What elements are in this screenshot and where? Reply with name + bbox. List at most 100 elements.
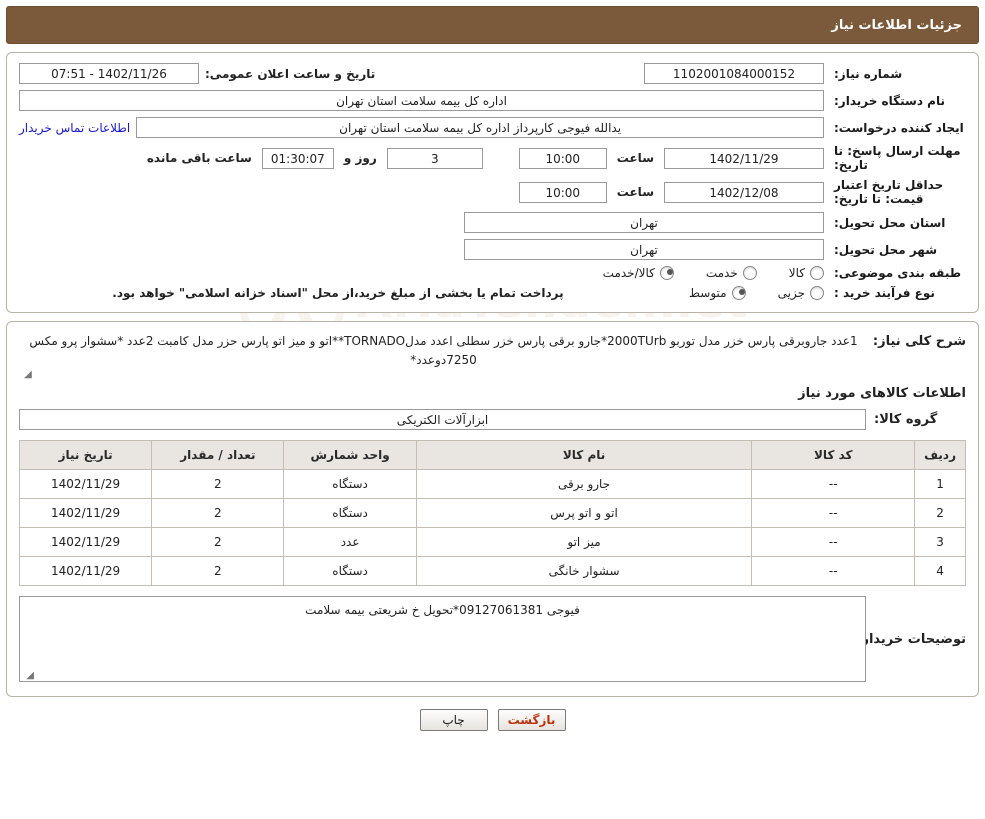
cell-radif: 1: [914, 469, 966, 499]
need-number-value: 1102001084000152: [644, 63, 824, 84]
process-option-motavaset[interactable]: متوسط: [689, 286, 746, 300]
cell-code: --: [751, 527, 916, 557]
deadline-hour-label: ساعت: [616, 151, 654, 165]
process-label: نوع فرآیند خرید :: [834, 286, 935, 300]
col-radif: ردیف: [914, 440, 966, 470]
category-option-khedmat-label: خدمت: [705, 266, 738, 280]
price-validity-hour-label: ساعت: [616, 185, 654, 199]
description-text-container: 1عدد جاروبرقی پارس خزر مدل توربو 2000TUr…: [19, 332, 868, 380]
requester-value: یدالله فیوجی کارپرداز اداره کل بیمه سلام…: [136, 117, 824, 138]
category-option-kala-label: کالا: [788, 266, 805, 280]
cell-name: جارو برقی: [415, 469, 753, 499]
need-number-label: شماره نیاز:: [834, 66, 903, 81]
table-row: 4 -- سشوار خانگی دستگاه 2 1402/11/29: [18, 556, 966, 586]
deadline-label: مهلت ارسال پاسخ: تا تاریخ:: [834, 144, 961, 172]
row-deadline: مهلت ارسال پاسخ: تا تاریخ: 1402/11/29 سا…: [19, 144, 966, 172]
col-date: تاریخ نیاز: [18, 440, 153, 470]
buyer-contact-link[interactable]: اطلاعات تماس خریدار: [19, 121, 130, 135]
cell-qty: 2: [151, 498, 285, 528]
radio-icon-kala-khedmat[interactable]: [659, 266, 674, 280]
cell-unit: دستگاه: [283, 498, 417, 528]
category-option-kala[interactable]: کالا: [789, 266, 824, 280]
cell-radif: 3: [914, 527, 966, 557]
col-code: کد کالا: [751, 440, 916, 470]
public-announce-value: 1402/11/26 - 07:51: [19, 63, 199, 84]
process-option-motavaset-label: متوسط: [688, 286, 727, 300]
buyer-notes-row: توضیحات خریدار: فیوجی 09127061381*تحویل …: [19, 596, 966, 682]
col-qty: تعداد / مقدار: [151, 440, 285, 470]
category-label: طبقه بندی موضوعی:: [834, 266, 962, 280]
process-option-jozei-label: جزیی: [777, 286, 805, 300]
cell-date: 1402/11/29: [18, 527, 153, 557]
price-validity-label: حداقل تاریخ اعتبار قیمت: تا تاریخ:: [834, 178, 944, 206]
cell-code: --: [751, 469, 916, 499]
radio-icon-jozei[interactable]: [810, 286, 824, 300]
price-validity-date-value: 1402/12/08: [664, 181, 824, 203]
back-button[interactable]: بازگشت: [497, 709, 566, 731]
row-process-type: نوع فرآیند خرید : جزیی متوسط پرداخت تمام…: [19, 286, 966, 300]
description-row: شرح کلی نیاز: 1عدد جاروبرقی پارس خزر مدل…: [19, 332, 966, 380]
col-name: نام کالا: [415, 440, 753, 470]
print-button[interactable]: چاپ: [419, 709, 488, 731]
process-note: پرداخت تمام یا بخشی از مبلغ خرید،از محل …: [112, 286, 564, 300]
page-title-bar: جزئیات اطلاعات نیاز: [6, 6, 979, 44]
category-option-kala-khedmat-label: کالا/خدمت: [602, 266, 655, 280]
row-province: استان محل تحویل: تهران: [19, 212, 966, 233]
cell-name: اتو و اتو پرس: [415, 498, 753, 528]
table-row: 3 -- میز اتو عدد 2 1402/11/29: [18, 527, 966, 557]
cell-name: میز اتو: [415, 527, 753, 557]
row-buyer-org: نام دستگاه خریدار: اداره کل بیمه سلامت ا…: [19, 90, 966, 111]
province-label: استان محل تحویل:: [834, 215, 946, 230]
buyer-notes-label: توضیحات خریدار:: [856, 632, 966, 647]
resize-grip-icon[interactable]: ◢: [23, 370, 33, 380]
cell-radif: 2: [914, 498, 966, 528]
buyer-org-value: اداره کل بیمه سلامت استان تهران: [19, 90, 824, 111]
cell-unit: دستگاه: [283, 469, 417, 499]
category-option-khedmat[interactable]: خدمت: [706, 266, 757, 280]
items-panel: شرح کلی نیاز: 1عدد جاروبرقی پارس خزر مدل…: [6, 321, 979, 697]
cell-radif: 4: [914, 556, 966, 586]
items-section-title: اطلاعات کالاهای مورد نیاز: [798, 386, 966, 401]
city-label: شهر محل تحویل:: [834, 242, 938, 257]
row-requester: ایجاد کننده درخواست: یدالله فیوجی کارپرد…: [19, 117, 966, 138]
cell-unit: دستگاه: [283, 556, 417, 586]
table-row: 1 -- جارو برقی دستگاه 2 1402/11/29: [18, 469, 966, 499]
table-header-row: ردیف کد کالا نام کالا واحد شمارش تعداد /…: [18, 440, 966, 470]
radio-icon-motavaset[interactable]: [731, 286, 746, 300]
page-title: جزئیات اطلاعات نیاز: [831, 17, 962, 33]
public-announce-label: تاریخ و ساعت اعلان عمومی:: [205, 66, 376, 81]
requester-label: ایجاد کننده درخواست:: [834, 120, 964, 135]
process-option-jozei[interactable]: جزیی: [778, 286, 824, 300]
cell-date: 1402/11/29: [18, 469, 153, 499]
notes-resize-grip-icon[interactable]: ◢: [24, 671, 34, 681]
category-option-kala-khedmat[interactable]: کالا/خدمت: [603, 266, 674, 280]
deadline-hour-value: 10:00: [518, 147, 607, 169]
page-root: AriaTender.net جزئیات اطلاعات نیاز شماره…: [0, 6, 985, 819]
radio-icon-khedmat[interactable]: [742, 266, 757, 280]
cell-date: 1402/11/29: [18, 498, 153, 528]
remaining-days-value: 3: [386, 147, 483, 169]
price-validity-hour-value: 10:00: [518, 181, 607, 203]
cell-name: سشوار خانگی: [415, 556, 753, 586]
table-row: 2 -- اتو و اتو پرس دستگاه 2 1402/11/29: [18, 498, 966, 528]
cell-code: --: [751, 498, 916, 528]
cell-code: --: [751, 556, 916, 586]
cell-date: 1402/11/29: [18, 556, 153, 586]
description-text: 1عدد جاروبرقی پارس خزر مدل توربو 2000TUr…: [29, 334, 858, 367]
cell-qty: 2: [151, 527, 285, 557]
description-label: شرح کلی نیاز:: [872, 334, 966, 349]
row-need-number: شماره نیاز: 1102001084000152 تاریخ و ساع…: [19, 63, 966, 84]
buyer-notes-text: فیوجی 09127061381*تحویل خ شریعتی بیمه سل…: [305, 603, 580, 617]
need-details-panel: شماره نیاز: 1102001084000152 تاریخ و ساع…: [6, 52, 979, 313]
items-table: ردیف کد کالا نام کالا واحد شمارش تعداد /…: [18, 440, 966, 586]
province-value: تهران: [464, 212, 824, 233]
group-value: ابزارآلات الکتریکی: [19, 409, 866, 430]
buyer-notes-box[interactable]: فیوجی 09127061381*تحویل خ شریعتی بیمه سل…: [19, 596, 866, 682]
buyer-org-label: نام دستگاه خریدار:: [834, 93, 945, 108]
footer-buttons: بازگشت چاپ: [0, 709, 985, 731]
remaining-days-label: روز و: [343, 151, 377, 165]
cell-qty: 2: [151, 469, 285, 499]
group-row: گروه کالا: ابزارآلات الکتریکی: [19, 409, 966, 430]
radio-icon-kala[interactable]: [810, 266, 824, 280]
row-category: طبقه بندی موضوعی: کالا خدمت کالا/خدمت: [19, 266, 966, 280]
